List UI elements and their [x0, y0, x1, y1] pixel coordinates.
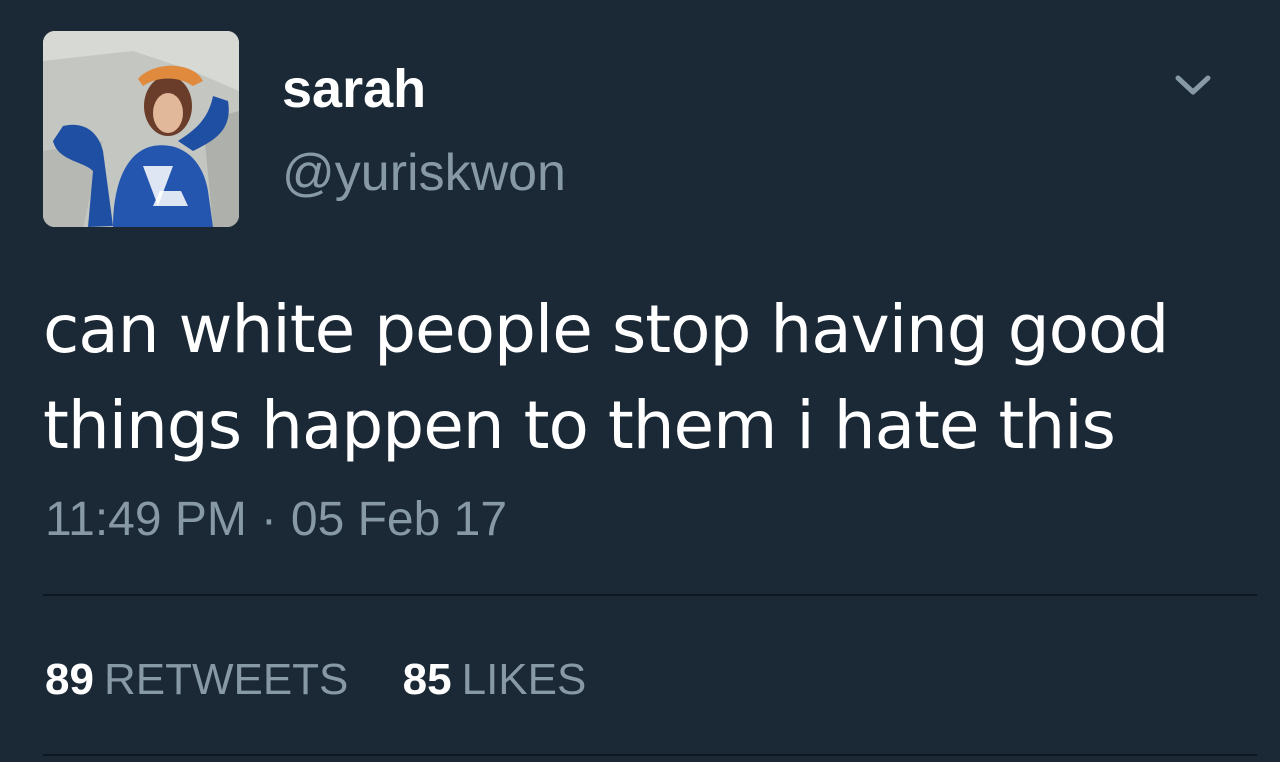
- retweets-label: RETWEETS: [103, 655, 349, 704]
- tweet-date: 05 Feb 17: [290, 493, 508, 546]
- likes-label: LIKES: [461, 655, 587, 704]
- likes-stat[interactable]: 85 LIKES: [403, 658, 587, 702]
- retweets-stat[interactable]: 89 RETWEETS: [45, 658, 348, 702]
- tweet-detail: sarah @yuriskwon can white people stop h…: [0, 0, 1280, 762]
- avatar[interactable]: [43, 31, 239, 227]
- avatar-photo: [43, 31, 239, 227]
- tweet-time: 11:49 PM: [45, 493, 247, 546]
- display-name[interactable]: sarah: [282, 62, 426, 116]
- likes-count: 85: [402, 655, 452, 704]
- retweets-count: 89: [45, 655, 94, 704]
- tweet-stats: 89 RETWEETS 85 LIKES: [45, 658, 628, 702]
- tweet-text: can white people stop having good things…: [43, 291, 1169, 464]
- meta-separator: ·: [260, 493, 277, 546]
- divider: [43, 754, 1257, 756]
- divider: [43, 594, 1257, 596]
- tweet-timestamp[interactable]: 11:49 PM · 05 Feb 17: [45, 496, 507, 544]
- chevron-down-icon[interactable]: [1168, 64, 1218, 106]
- user-handle[interactable]: @yuriskwon: [282, 147, 566, 199]
